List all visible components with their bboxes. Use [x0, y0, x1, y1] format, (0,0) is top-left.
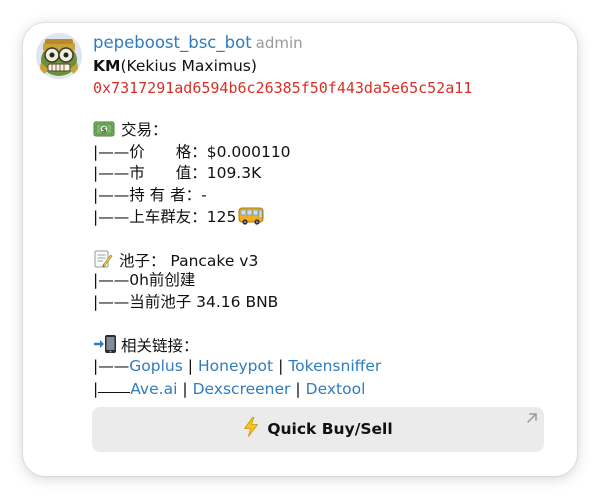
link-separator: | — [295, 380, 301, 398]
pool-current-line: |——当前池子 34.16 BNB — [93, 293, 279, 311]
quick-buy-sell-label: Quick Buy/Sell — [267, 420, 393, 438]
token-line: KM(Kekius Maximus) — [93, 56, 257, 77]
link-separator: | — [187, 357, 194, 375]
bus-icon — [238, 206, 264, 226]
ave-ai-link[interactable]: Ave.ai — [130, 380, 177, 398]
page: pepeboost_bsc_bot admin KM(Kekius Maximus… — [0, 0, 600, 500]
link-separator: | — [278, 357, 284, 375]
arrow-up-right-icon — [526, 412, 538, 424]
token-symbol: KM — [93, 57, 121, 75]
pool-heading-line: 池子： Pancake v3 — [93, 249, 258, 270]
trade-heading-line: $ 交易： — [93, 120, 168, 141]
quick-buy-sell-button[interactable]: Quick Buy/Sell — [92, 407, 544, 452]
trade-heading: 交易： — [121, 121, 168, 139]
links-row-1-prefix: |—— — [93, 357, 130, 375]
lightning-icon — [243, 417, 259, 437]
goplus-link[interactable]: Goplus — [129, 357, 183, 375]
price-line: |——价 格：$0.000110 — [93, 143, 291, 161]
holders-line: |——持 有 者：- — [93, 186, 207, 204]
quick-buy-sell-label-wrap: Quick Buy/Sell — [92, 407, 544, 452]
group-members-line: |——上车群友：125 — [93, 206, 264, 227]
token-address-line: 0x7317291ad6594b6c26385f50f443da5e65c52a… — [93, 78, 472, 99]
market-cap-line: |——市 值：109.3K — [93, 164, 262, 182]
links-row-2: | Ave.ai | Dexscreener | Dextool — [93, 377, 365, 398]
links-heading: 相关链接： — [121, 337, 199, 355]
mobile-arrow-icon — [93, 334, 119, 354]
dextool-link[interactable]: Dextool — [306, 380, 366, 398]
honeypot-link[interactable]: Honeypot — [198, 357, 273, 375]
sender-row: pepeboost_bsc_bot admin — [93, 32, 303, 54]
token-address[interactable]: 0x7317291ad6594b6c26385f50f443da5e65c52a… — [93, 79, 472, 97]
links-row-2-underline — [98, 377, 131, 393]
pool-created-line: |——0h前创建 — [93, 271, 196, 289]
group-members-text: |——上车群友：125 — [93, 208, 237, 226]
dexscreener-link[interactable]: Dexscreener — [193, 380, 291, 398]
tokensniffer-link[interactable]: Tokensniffer — [288, 357, 381, 375]
link-separator: | — [182, 380, 188, 398]
pool-heading: 池子： Pancake v3 — [119, 252, 259, 270]
token-name: (Kekius Maximus) — [120, 57, 257, 75]
svg-text:$: $ — [102, 126, 107, 134]
sender-role-badge: admin — [255, 34, 303, 52]
links-row-1: |——Goplus | Honeypot | Tokensniffer — [93, 356, 381, 377]
links-heading-line: 相关链接： — [93, 334, 199, 355]
memo-icon — [93, 249, 113, 269]
bot-name-link[interactable]: pepeboost_bsc_bot — [93, 33, 252, 52]
dollar-banknote-icon: $ — [93, 120, 115, 138]
pepe-avatar-icon[interactable] — [36, 33, 82, 79]
